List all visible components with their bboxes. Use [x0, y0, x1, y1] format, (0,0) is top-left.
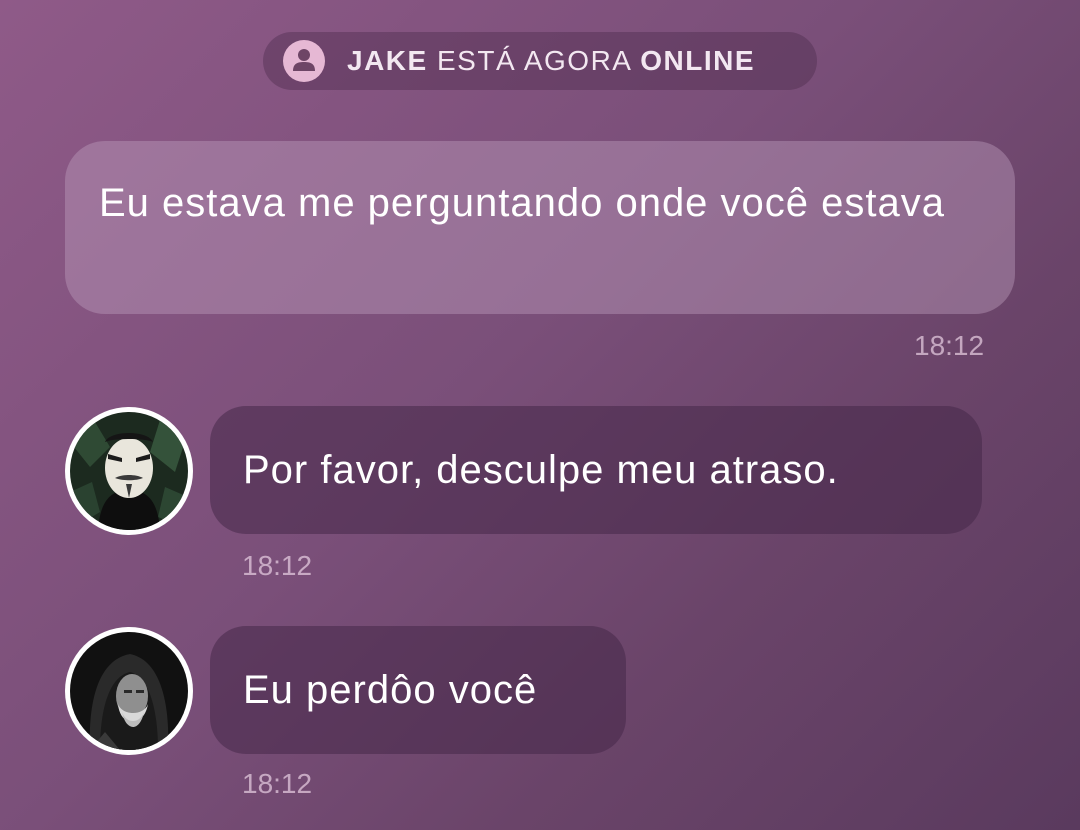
user-icon: [283, 40, 325, 82]
message-bubble-sent[interactable]: Por favor, desculpe meu atraso.: [210, 406, 982, 534]
masked-person-avatar[interactable]: [65, 407, 193, 535]
hooded-bearded-man-avatar[interactable]: [65, 627, 193, 755]
message-text: Eu estava me perguntando onde você estav…: [99, 181, 945, 225]
status-text: JAKE ESTÁ AGORA ONLINE: [347, 45, 755, 77]
message-text: Eu perdôo você: [243, 667, 538, 712]
status-name: JAKE: [347, 45, 428, 76]
message-text: Por favor, desculpe meu atraso.: [243, 447, 839, 492]
message-timestamp: 18:12: [242, 768, 313, 799]
message-timestamp: 18:12: [914, 330, 985, 361]
message-bubble-received[interactable]: Eu estava me perguntando onde você estav…: [65, 141, 1015, 314]
message-bubble-sent[interactable]: Eu perdôo você: [210, 626, 626, 754]
online-status-banner: JAKE ESTÁ AGORA ONLINE: [263, 32, 817, 90]
message-timestamp: 18:12: [242, 550, 313, 581]
status-middle: ESTÁ AGORA: [436, 45, 631, 76]
status-state: ONLINE: [640, 45, 755, 76]
